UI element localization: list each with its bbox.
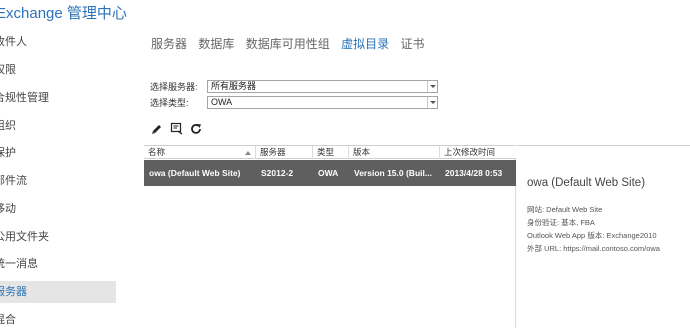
server-filter-select[interactable]: 所有服务器 [207,80,438,93]
cell-version: Version 15.0 (Buil... [354,168,432,178]
cell-type: OWA [318,168,339,178]
server-filter-label: 选择服务器: [150,82,198,92]
sidebar-item-hybrid[interactable]: 混合 [0,309,116,328]
reset-icon[interactable] [170,122,184,136]
column-header-server[interactable]: 服务器 [256,146,313,159]
sidebar-item-unified-messaging[interactable]: 统一消息 [0,253,116,275]
details-authentication: 身份验证: 基本, FBA [527,218,595,227]
column-header-version[interactable]: 版本 [349,146,440,159]
chevron-down-icon[interactable] [427,81,437,92]
sidebar-item-organization[interactable]: 组织 [0,115,116,137]
column-header-name[interactable]: 名称 [144,146,256,159]
sidebar-item-recipients[interactable]: 收件人 [0,31,116,53]
refresh-icon[interactable] [190,122,204,136]
sort-ascending-icon [245,151,251,155]
tab-bar: 服务器 数据库 数据库可用性组 虚拟目录 证书 [151,35,432,52]
details-website: 网站: Default Web Site [527,205,603,214]
column-header-type[interactable]: 类型 [313,146,349,159]
tab-database-availability-groups[interactable]: 数据库可用性组 [246,35,330,52]
chevron-down-icon[interactable] [427,97,437,108]
tab-virtual-directories[interactable]: 虚拟目录 [341,35,389,52]
details-external-url: 外部 URL: https://mail.contoso.com/owa [527,244,660,253]
type-filter-value: OWA [211,97,233,107]
type-filter-label: 选择类型: [150,98,189,108]
details-owa-version: Outlook Web App 版本: Exchange2010 [527,231,657,240]
edit-icon[interactable] [151,122,165,136]
sidebar-item-mobile[interactable]: 移动 [0,198,116,220]
details-title: owa (Default Web Site) [527,177,646,189]
cell-name: owa (Default Web Site) [149,168,241,178]
cell-modified: 2013/4/28 0:53 [445,168,503,178]
virtual-directory-table: 名称 服务器 类型 版本 上次修改时间 owa (Default Web Sit… [144,145,516,328]
column-header-modified[interactable]: 上次修改时间 [440,146,516,159]
sidebar-item-compliance[interactable]: 合规性管理 [0,87,116,109]
tab-certificates[interactable]: 证书 [400,35,424,52]
details-pane: owa (Default Web Site) 网站: Default Web S… [517,145,690,328]
cell-server: S2012-2 [261,168,294,178]
table-header: 名称 服务器 类型 版本 上次修改时间 [144,145,516,159]
sidebar-item-protection[interactable]: 保护 [0,142,116,164]
tab-databases[interactable]: 数据库 [198,35,234,52]
table-row[interactable]: owa (Default Web Site) S2012-2 OWA Versi… [144,160,516,186]
app-title: Exchange 管理中心 [0,5,127,22]
sidebar-item-mail-flow[interactable]: 邮件流 [0,170,116,192]
sidebar-item-servers[interactable]: 服务器 [0,281,116,303]
type-filter-select[interactable]: OWA [207,96,438,109]
sidebar-nav: 收件人 权限 合规性管理 组织 保护 邮件流 移动 公用文件夹 统一消息 服务器… [0,28,116,328]
sidebar-item-permissions[interactable]: 权限 [0,59,116,81]
server-filter-value: 所有服务器 [211,81,257,91]
tab-servers[interactable]: 服务器 [151,35,187,52]
sidebar-item-public-folders[interactable]: 公用文件夹 [0,226,116,248]
